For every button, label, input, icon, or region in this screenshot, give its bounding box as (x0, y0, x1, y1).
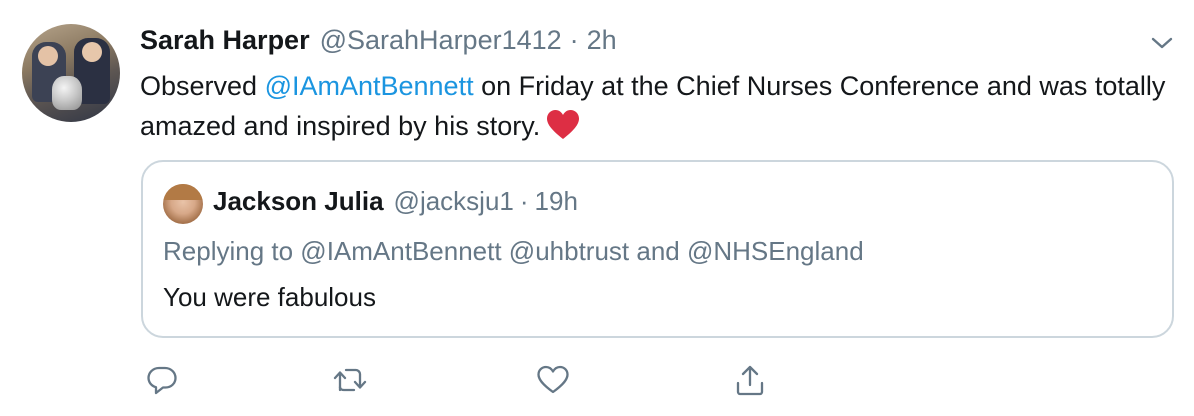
author-avatar[interactable] (22, 24, 120, 122)
mention-link[interactable]: @IAmAntBennett (265, 71, 474, 101)
quoted-author-handle: @jacksju1 (393, 186, 514, 216)
author-name[interactable]: Sarah Harper (140, 25, 310, 56)
author-handle[interactable]: @SarahHarper1412 (320, 25, 562, 56)
quoted-author-name: Jackson Julia (213, 186, 384, 216)
red-heart-emoji (546, 109, 580, 141)
tweet[interactable]: Sarah Harper @SarahHarper1412 · 2h Obser… (0, 0, 1194, 416)
replying-to-text: Replying to @IAmAntBennett @uhbtrust and… (163, 236, 864, 266)
quoted-tweet[interactable]: Jackson Julia @jacksju1 · 19h Replying t… (141, 160, 1174, 338)
quoted-tweet-text: You were fabulous (163, 282, 376, 312)
chevron-down-icon[interactable] (1149, 30, 1175, 56)
avatar-face (38, 46, 58, 66)
tweet-header: Sarah Harper @SarahHarper1412 · 2h (140, 25, 617, 57)
reply-button[interactable] (144, 362, 180, 398)
retweet-icon (333, 368, 367, 392)
quoted-tweet-timestamp: 19h (534, 186, 578, 216)
quoted-tweet-header: Jackson Julia @jacksju1 · 19h (213, 186, 578, 217)
retweet-button[interactable] (332, 362, 368, 398)
share-button[interactable] (732, 362, 768, 398)
tweet-timestamp[interactable]: 2h (587, 25, 617, 56)
avatar-face (82, 42, 102, 62)
separator-dot: · (569, 25, 579, 55)
tweet-text: Observed @IAmAntBennett on Friday at the… (140, 66, 1180, 146)
reply-icon (147, 366, 177, 395)
heart-icon (537, 365, 569, 394)
tweet-text-before: Observed (140, 71, 265, 101)
separator-dot: · (519, 186, 529, 216)
quoted-author-avatar (163, 184, 203, 224)
share-icon (736, 365, 764, 396)
avatar-trophy (52, 76, 82, 110)
avatar-hair (163, 184, 203, 200)
like-button[interactable] (535, 362, 571, 398)
